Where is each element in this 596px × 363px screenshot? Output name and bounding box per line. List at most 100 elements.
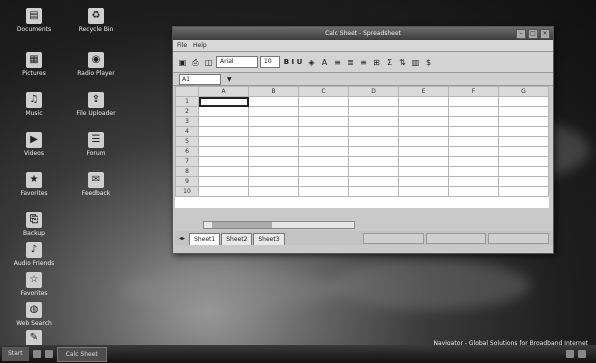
sheet-cell[interactable]: [248, 96, 299, 107]
sheet-cell[interactable]: [398, 156, 449, 167]
sheet-cell[interactable]: [348, 116, 399, 127]
close-button[interactable]: ×: [540, 29, 550, 39]
format-buttons[interactable]: B I U: [282, 57, 304, 68]
corner-cell[interactable]: [175, 86, 199, 97]
row-header[interactable]: 7: [175, 156, 199, 167]
sheet-cell[interactable]: [248, 146, 299, 157]
desktop-icon[interactable]: ☰ Forum: [66, 132, 126, 157]
sheet-cell[interactable]: [448, 126, 499, 137]
desktop-icon[interactable]: ♪ Audio Friends: [4, 242, 64, 267]
desktop-icon[interactable]: ★ Favorites: [4, 172, 64, 197]
sheet-cell[interactable]: [198, 96, 249, 107]
menu-help[interactable]: Help: [193, 40, 207, 51]
sheet-cell[interactable]: [298, 126, 349, 137]
sheet-cell[interactable]: [498, 96, 549, 107]
sheet-cell[interactable]: [448, 96, 499, 107]
align-right-icon[interactable]: ≡: [358, 57, 369, 68]
sheet-cell[interactable]: [498, 146, 549, 157]
print-icon[interactable]: ⎙: [190, 57, 201, 68]
sheet-cell[interactable]: [448, 166, 499, 177]
sheet-cell[interactable]: [498, 106, 549, 117]
sheet-cell[interactable]: [348, 146, 399, 157]
sheet-cell[interactable]: [448, 136, 499, 147]
sheet-cell[interactable]: [498, 166, 549, 177]
align-left-icon[interactable]: ≡: [332, 57, 343, 68]
sheet-cell[interactable]: [198, 106, 249, 117]
sheet-cell[interactable]: [298, 136, 349, 147]
column-header[interactable]: G: [498, 86, 549, 97]
desktop-icon[interactable]: ⇪ File Uploader: [66, 92, 126, 117]
sheet-cell[interactable]: [348, 126, 399, 137]
save-icon[interactable]: ▣: [177, 57, 188, 68]
row-header[interactable]: 9: [175, 176, 199, 187]
sheet-cell[interactable]: [248, 166, 299, 177]
desktop-icon[interactable]: ◉ Radio Player: [66, 52, 126, 77]
sheet-tab[interactable]: Sheet3: [253, 233, 285, 245]
row-header[interactable]: 6: [175, 146, 199, 157]
scrollbar-thumb[interactable]: [212, 222, 272, 228]
sheet-cell[interactable]: [498, 126, 549, 137]
sheet-cell[interactable]: [498, 186, 549, 197]
sheet-cell[interactable]: [298, 106, 349, 117]
sheet-cell[interactable]: [298, 166, 349, 177]
font-size-select[interactable]: 10: [260, 56, 280, 68]
sheet-cell[interactable]: [248, 126, 299, 137]
sheet-cell[interactable]: [498, 136, 549, 147]
sheet-cell[interactable]: [448, 176, 499, 187]
taskbar-window-button[interactable]: Calc Sheet: [56, 346, 107, 362]
sheet-cell[interactable]: [448, 186, 499, 197]
sheet-cell[interactable]: [298, 116, 349, 127]
sheet-cell[interactable]: [298, 186, 349, 197]
row-header[interactable]: 3: [175, 116, 199, 127]
desktop-icon[interactable]: ♫ Music: [4, 92, 64, 117]
sheet-cell[interactable]: [348, 96, 399, 107]
sheet-cell[interactable]: [198, 186, 249, 197]
sheet-tab[interactable]: Sheet1: [189, 233, 221, 245]
sheet-cell[interactable]: [398, 146, 449, 157]
sheet-cell[interactable]: [248, 186, 299, 197]
row-header[interactable]: 4: [175, 126, 199, 137]
sheet-cell[interactable]: [348, 156, 399, 167]
sheet-cell[interactable]: [248, 136, 299, 147]
paint-icon[interactable]: ◈: [306, 57, 317, 68]
sheet-cell[interactable]: [498, 156, 549, 167]
menu-file[interactable]: File: [177, 40, 187, 51]
sheet-cell[interactable]: [398, 186, 449, 197]
font-color-icon[interactable]: A: [319, 57, 330, 68]
sheet-cell[interactable]: [398, 106, 449, 117]
sheet-cell[interactable]: [448, 156, 499, 167]
row-header[interactable]: 2: [175, 106, 199, 117]
tray-icon[interactable]: [566, 350, 574, 358]
cell-reference-field[interactable]: A1: [179, 73, 221, 85]
sheet-cell[interactable]: [348, 136, 399, 147]
minimize-button[interactable]: –: [516, 29, 526, 39]
start-button[interactable]: Start: [2, 347, 29, 361]
merge-icon[interactable]: ⊞: [371, 57, 382, 68]
preview-icon[interactable]: ◫: [203, 57, 214, 68]
align-center-icon[interactable]: ≣: [345, 57, 356, 68]
desktop-icon[interactable]: ♻ Recycle Bin: [66, 8, 126, 33]
sheet-cell[interactable]: [498, 176, 549, 187]
chart-icon[interactable]: ▥: [410, 57, 421, 68]
sheet-cell[interactable]: [198, 116, 249, 127]
sheet-cell[interactable]: [398, 136, 449, 147]
column-header[interactable]: B: [248, 86, 299, 97]
sheet-cell[interactable]: [398, 126, 449, 137]
sheet-cell[interactable]: [248, 156, 299, 167]
tray-icon[interactable]: [578, 350, 586, 358]
window-titlebar[interactable]: Calc Sheet - Spreadsheet – □ ×: [173, 27, 553, 40]
column-header[interactable]: C: [298, 86, 349, 97]
desktop-icon[interactable]: ✉ Feedback: [66, 172, 126, 197]
sheet-cell[interactable]: [198, 136, 249, 147]
spreadsheet-grid[interactable]: A B C D E F G 1 2 3 4 5 6 7 8 9 10: [175, 86, 549, 208]
quicklaunch-icon[interactable]: [44, 350, 53, 358]
column-header[interactable]: E: [398, 86, 449, 97]
sum-icon[interactable]: Σ: [384, 57, 395, 68]
sheet-cell[interactable]: [398, 176, 449, 187]
column-header[interactable]: F: [448, 86, 499, 97]
desktop-icon[interactable]: ⎘ Backup: [4, 212, 64, 237]
desktop-icon[interactable]: ▶ Videos: [4, 132, 64, 157]
column-header[interactable]: A: [198, 86, 249, 97]
sheet-cell[interactable]: [198, 156, 249, 167]
sheet-cell[interactable]: [448, 116, 499, 127]
